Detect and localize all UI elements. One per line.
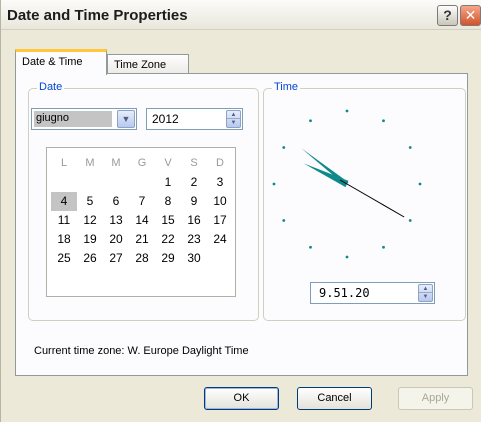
tab-date-time[interactable]: Date & Time: [15, 49, 107, 75]
month-value: giugno: [34, 111, 112, 127]
calendar-day[interactable]: 17: [207, 211, 233, 230]
weekday-header: S: [190, 157, 198, 169]
calendar-day[interactable]: 28: [129, 249, 155, 268]
weekday-header: G: [137, 157, 147, 169]
calendar-day[interactable]: 20: [103, 230, 129, 249]
time-spinner[interactable]: 9.51.20 ▲ ▼: [310, 282, 435, 304]
calendar-empty-cell: [77, 173, 103, 192]
calendar-day[interactable]: 21: [129, 230, 155, 249]
triangle-down-icon[interactable]: ▼: [227, 119, 240, 127]
calendar-day[interactable]: 27: [103, 249, 129, 268]
calendar-day[interactable]: 23: [181, 230, 207, 249]
help-button[interactable]: ?: [437, 5, 458, 26]
calendar-day[interactable]: 30: [181, 249, 207, 268]
clock-tick: [272, 182, 276, 186]
weekday-header: L: [60, 157, 68, 169]
clock-tick: [408, 146, 412, 149]
year-spinner[interactable]: 2012 ▲ ▼: [146, 108, 243, 130]
calendar-day[interactable]: 15: [155, 211, 181, 230]
apply-button[interactable]: Apply: [398, 387, 473, 410]
calendar-grid: L M M G V S D 1 2 3 4 5 6 7 8 9 10 11 12 13 14 15 16 17 18 19 20 21…: [51, 154, 233, 268]
chevron-down-icon[interactable]: ▼: [117, 110, 135, 128]
window-title: Date and Time Properties: [7, 7, 188, 24]
clock-tick: [418, 182, 422, 186]
clock-tick: [382, 119, 385, 123]
time-spin-buttons: ▲ ▼: [418, 284, 433, 302]
calendar-day[interactable]: 26: [77, 249, 103, 268]
year-value: 2012: [152, 112, 179, 126]
clock-second-hand: [339, 179, 405, 218]
calendar-day[interactable]: 9: [181, 192, 207, 211]
calendar-day[interactable]: 19: [77, 230, 103, 249]
clock-tick: [282, 146, 286, 149]
calendar-empty-cell: [103, 173, 129, 192]
calendar-day[interactable]: 13: [103, 211, 129, 230]
current-timezone-text: Current time zone: W. Europe Daylight Ti…: [34, 345, 249, 357]
title-bar: Date and Time Properties ? ✕: [1, 0, 481, 30]
calendar-day[interactable]: 3: [207, 173, 233, 192]
calendar-day[interactable]: 18: [51, 230, 77, 249]
calendar-empty-cell: [129, 173, 155, 192]
calendar-day[interactable]: 5: [77, 192, 103, 211]
calendar-day[interactable]: 25: [51, 249, 77, 268]
calendar-empty-cell: [207, 249, 233, 268]
calendar-day[interactable]: 8: [155, 192, 181, 211]
calendar-day[interactable]: 22: [155, 230, 181, 249]
calendar-empty-cell: [51, 173, 77, 192]
month-select[interactable]: giugno ▼: [31, 108, 137, 130]
clock-minute-hand: [301, 148, 349, 186]
calendar-day[interactable]: 4: [51, 192, 77, 211]
clock-tick: [345, 255, 349, 259]
calendar: L M M G V S D 1 2 3 4 5 6 7 8 9 10 11 12 13 14 15 16 17 18 19 20 21…: [46, 147, 236, 297]
calendar-day[interactable]: 2: [181, 173, 207, 192]
calendar-day[interactable]: 12: [77, 211, 103, 230]
weekday-header: V: [164, 157, 172, 169]
weekday-header: D: [216, 157, 224, 169]
calendar-day[interactable]: 14: [129, 211, 155, 230]
close-button[interactable]: ✕: [460, 5, 481, 26]
clock-tick: [309, 119, 312, 123]
calendar-day[interactable]: 7: [129, 192, 155, 211]
clock-tick: [309, 245, 312, 249]
clock-tick: [345, 109, 349, 113]
clock-tick: [408, 219, 412, 222]
calendar-day[interactable]: 16: [181, 211, 207, 230]
cancel-button[interactable]: Cancel: [297, 387, 372, 410]
calendar-day[interactable]: 10: [207, 192, 233, 211]
triangle-up-icon[interactable]: ▲: [419, 285, 432, 293]
year-spin-buttons: ▲ ▼: [226, 110, 241, 128]
ok-button[interactable]: OK: [204, 387, 279, 410]
calendar-day[interactable]: 29: [155, 249, 181, 268]
triangle-up-icon[interactable]: ▲: [227, 111, 240, 119]
triangle-down-icon[interactable]: ▼: [419, 293, 432, 301]
time-value: 9.51.20: [319, 286, 370, 300]
calendar-day[interactable]: 24: [207, 230, 233, 249]
tab-time-zone[interactable]: Time Zone: [107, 54, 189, 74]
clock-tick: [382, 245, 385, 249]
calendar-day[interactable]: 1: [155, 173, 181, 192]
calendar-day[interactable]: 11: [51, 211, 77, 230]
clock-tick: [282, 219, 286, 222]
calendar-day[interactable]: 6: [103, 192, 129, 211]
dialog-window: Date and Time Properties ? ✕ Date & Time…: [0, 0, 481, 422]
weekday-header: M: [85, 157, 95, 169]
date-legend: Date: [37, 81, 65, 93]
weekday-header: M: [111, 157, 121, 169]
analog-clock: [272, 109, 422, 259]
